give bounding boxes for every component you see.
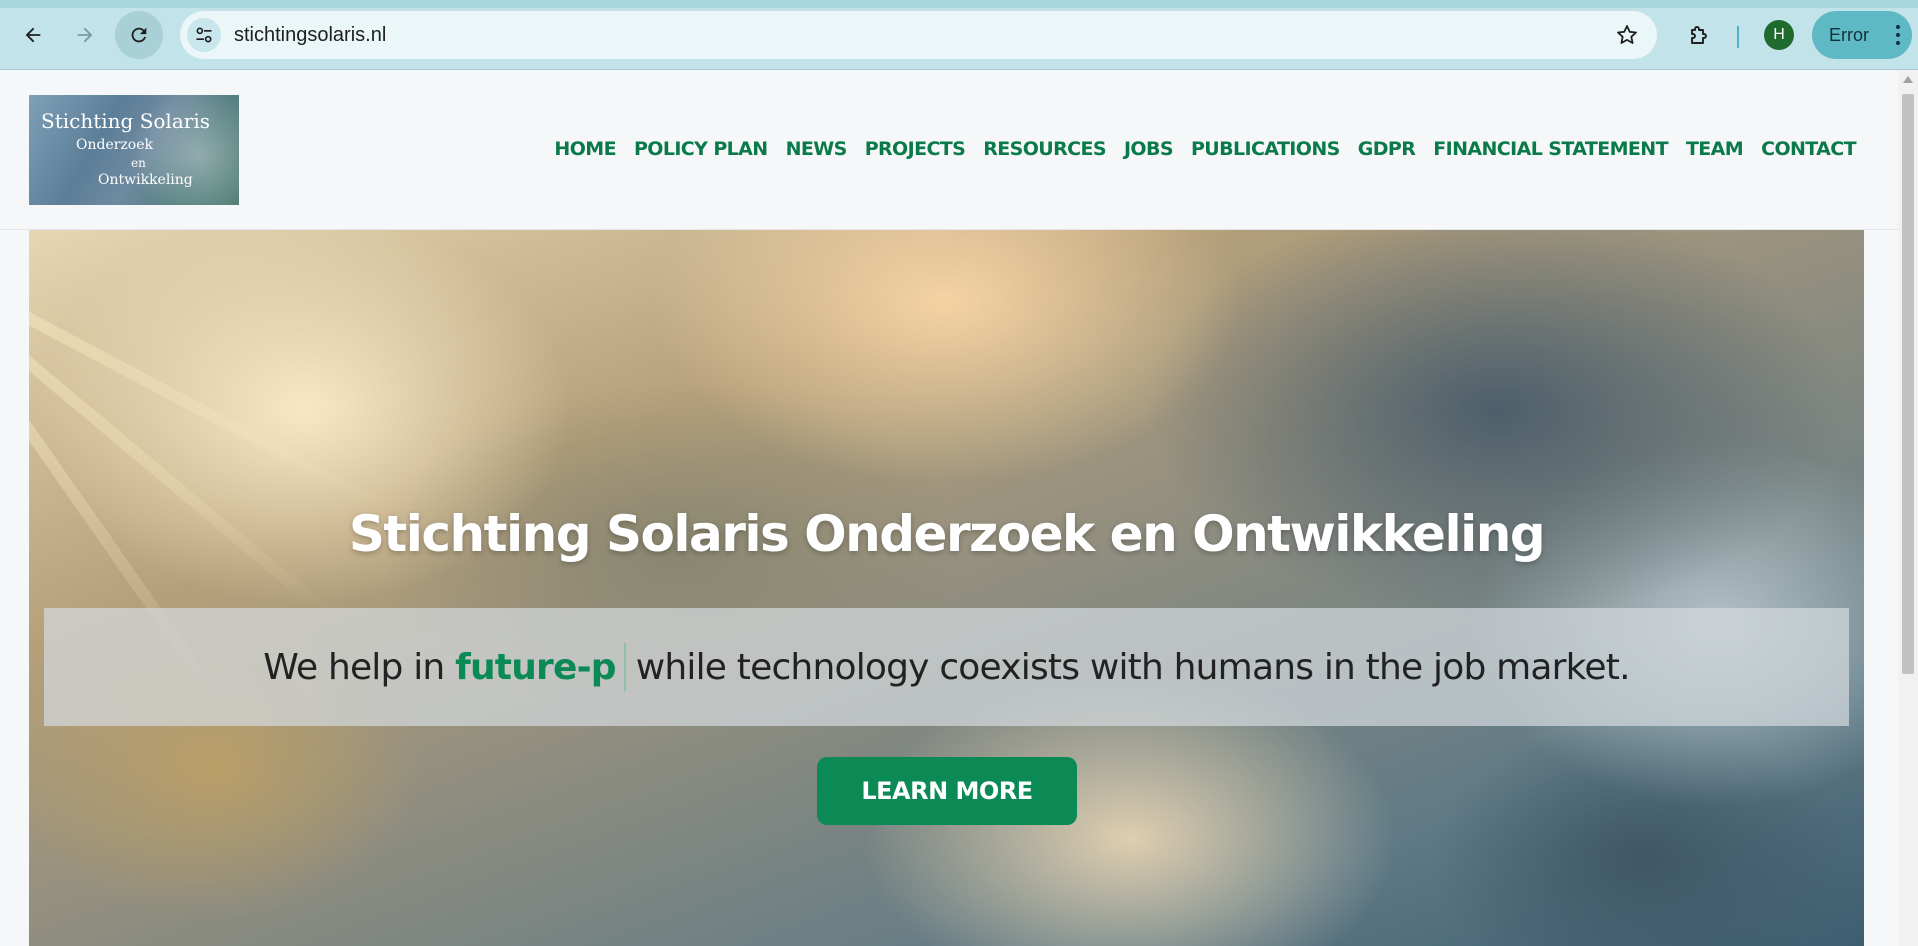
nav-news[interactable]: NEWS [786, 138, 848, 160]
logo-line-3: en [131, 156, 146, 170]
profile-avatar[interactable]: H [1764, 20, 1794, 50]
web-page: Stichting Solaris Onderzoek en Ontwikkel… [0, 70, 1898, 946]
back-button[interactable] [9, 11, 57, 59]
kebab-icon [1896, 25, 1900, 45]
tagline-suffix: while technology coexists with humans in… [635, 646, 1631, 688]
hero-title: Stichting Solaris Onderzoek en Ontwikkel… [348, 505, 1546, 563]
logo-line-2: Onderzoek [76, 137, 154, 153]
nav-team[interactable]: TEAM [1686, 138, 1744, 160]
tagline-typed-text: future-p [455, 646, 616, 688]
scroll-thumb[interactable] [1902, 94, 1914, 674]
logo-line-4: Ontwikkeling [98, 172, 193, 188]
site-info-button[interactable] [187, 18, 221, 52]
nav-policy-plan[interactable]: POLICY PLAN [634, 138, 768, 160]
nav-home[interactable]: HOME [554, 138, 616, 160]
scroll-up-arrow-icon[interactable] [1903, 76, 1913, 83]
arrow-left-icon [25, 27, 41, 43]
hero-banner: Stichting Solaris Onderzoek en Ontwikkel… [29, 230, 1864, 946]
page-scrollbar[interactable] [1898, 70, 1918, 946]
typing-cursor [623, 643, 626, 691]
nav-resources[interactable]: RESOURCES [983, 138, 1106, 160]
browser-toolbar: stichtingsolaris.nl H Error [0, 0, 1918, 70]
tagline-prefix: We help in [263, 646, 445, 688]
address-bar[interactable]: stichtingsolaris.nl [180, 11, 1657, 59]
forward-button[interactable] [61, 11, 109, 59]
site-header: Stichting Solaris Onderzoek en Ontwikkel… [0, 70, 1898, 230]
main-navigation: HOME POLICY PLAN NEWS PROJECTS RESOURCES… [554, 138, 1856, 160]
logo-line-1: Stichting Solaris [41, 109, 210, 133]
nav-publications[interactable]: PUBLICATIONS [1191, 138, 1340, 160]
tagline-band: We help in future-p while technology coex… [44, 608, 1849, 726]
nav-gdpr[interactable]: GDPR [1358, 138, 1416, 160]
star-icon[interactable] [1615, 23, 1639, 47]
nav-financial-statement[interactable]: FINANCIAL STATEMENT [1433, 138, 1668, 160]
reload-icon [131, 27, 147, 43]
nav-jobs[interactable]: JOBS [1124, 138, 1174, 160]
reload-button[interactable] [115, 11, 163, 59]
error-chip-label: Error [1829, 24, 1869, 45]
tagline: We help in future-p while technology coex… [263, 643, 1631, 691]
nav-contact[interactable]: CONTACT [1761, 138, 1857, 160]
nav-projects[interactable]: PROJECTS [865, 138, 966, 160]
arrow-right-icon [77, 27, 93, 43]
url-text[interactable]: stichtingsolaris.nl [234, 24, 386, 47]
learn-more-button[interactable]: LEARN MORE [817, 757, 1077, 825]
toolbar-divider [1737, 26, 1739, 48]
site-logo[interactable]: Stichting Solaris Onderzoek en Ontwikkel… [29, 95, 239, 205]
tune-icon [196, 27, 212, 43]
error-menu-button[interactable]: Error [1812, 11, 1912, 59]
puzzle-icon [1691, 26, 1707, 44]
sun-ray [29, 270, 394, 517]
extensions-button[interactable] [1680, 17, 1718, 55]
